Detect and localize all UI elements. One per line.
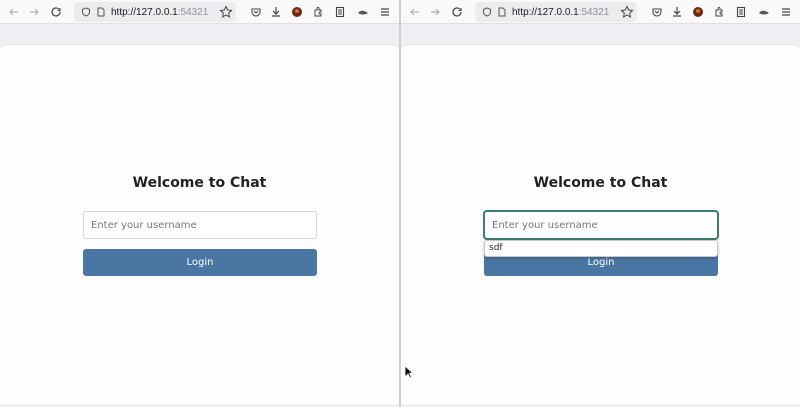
menu-icon[interactable] [376,3,394,21]
url-text[interactable]: http://127.0.0.1:54321 [512,7,609,18]
browser-window-right: http://127.0.0.1:54321 Welcome to Chat L… [401,0,800,407]
menu-icon[interactable] [777,3,795,21]
username-input[interactable] [83,211,317,239]
extensions-icon[interactable] [710,3,728,21]
page-title: Welcome to Chat [533,175,668,191]
page-content: Welcome to Chat Login sdf [401,44,800,404]
star-icon[interactable] [620,5,634,19]
browser-toolbar: http://127.0.0.1:54321 [0,0,399,24]
extensions-icon[interactable] [309,3,327,21]
forward-icon[interactable] [426,3,444,21]
avatar-icon[interactable] [689,3,707,21]
reader-icon[interactable] [331,3,349,21]
back-icon[interactable] [5,3,23,21]
autocomplete-suggestion[interactable]: sdf [484,240,718,257]
url-bar[interactable]: http://127.0.0.1:54321 [475,2,637,22]
theme-icon[interactable] [354,3,372,21]
login-button[interactable]: Login [83,249,317,276]
browser-window-left: http://127.0.0.1:54321 Welcome to Chat L… [0,0,399,407]
shield-icon[interactable] [79,5,93,19]
theme-icon[interactable] [755,3,773,21]
download-icon[interactable] [267,3,285,21]
avatar-icon[interactable] [288,3,306,21]
mouse-cursor-icon [404,365,414,379]
reader-icon[interactable] [732,3,750,21]
url-text[interactable]: http://127.0.0.1:54321 [111,7,208,18]
download-icon[interactable] [668,3,686,21]
back-icon[interactable] [406,3,424,21]
page-content: Welcome to Chat Login [0,44,399,404]
page-title: Welcome to Chat [132,175,267,191]
username-input[interactable] [484,211,718,239]
reload-icon[interactable] [47,3,65,21]
pocket-icon[interactable] [247,3,265,21]
reload-icon[interactable] [448,3,466,21]
page-icon[interactable] [495,5,509,19]
forward-icon[interactable] [25,3,43,21]
browser-toolbar: http://127.0.0.1:54321 [401,0,800,24]
pocket-icon[interactable] [648,3,666,21]
page-icon[interactable] [94,5,108,19]
star-icon[interactable] [219,5,233,19]
shield-icon[interactable] [480,5,494,19]
url-bar[interactable]: http://127.0.0.1:54321 [74,2,236,22]
